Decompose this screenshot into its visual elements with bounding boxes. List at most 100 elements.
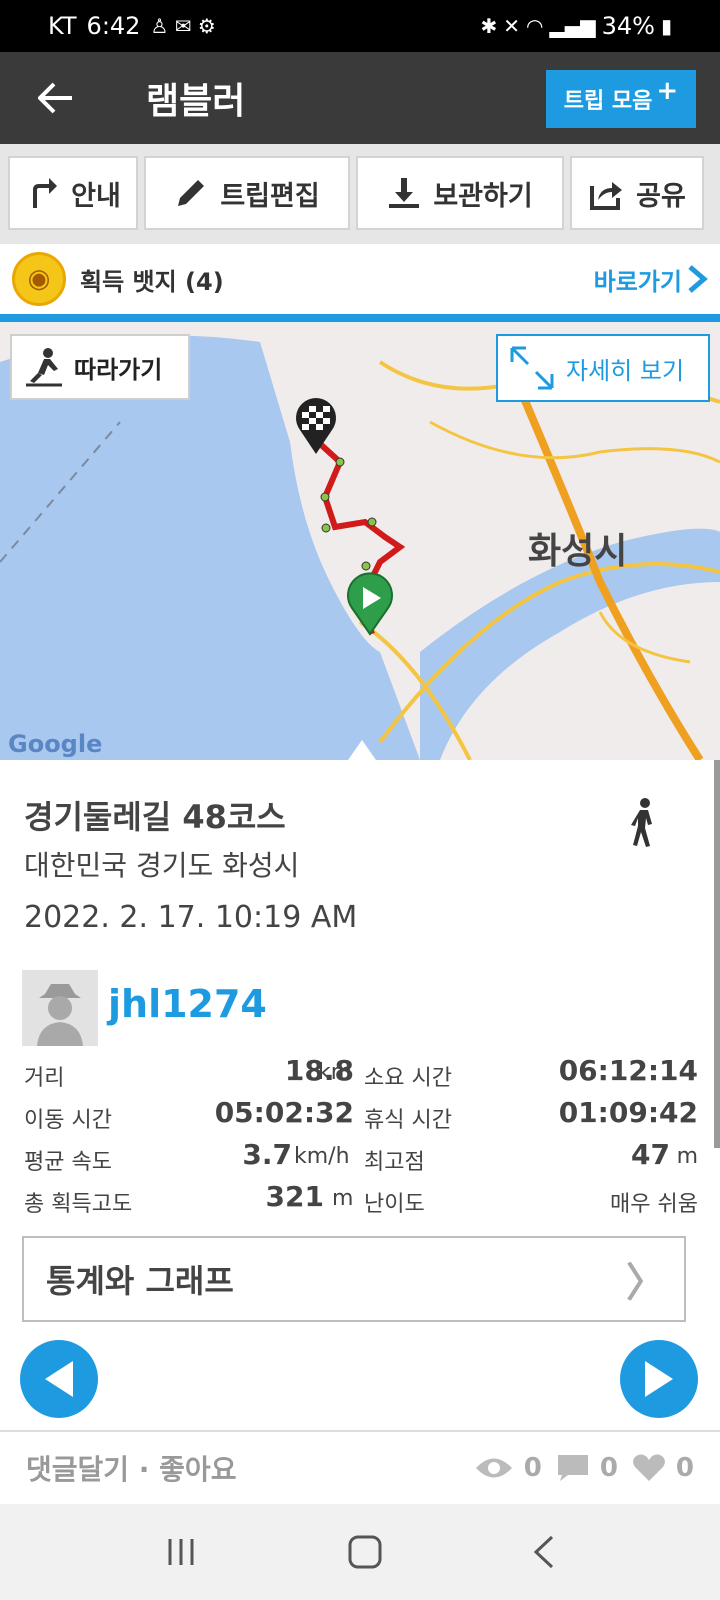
comment-like-button[interactable]: 댓글달기 · 좋아요 [26,1448,236,1488]
download-icon [389,178,420,208]
triangle-left-icon [45,1361,73,1397]
edit-trip-button[interactable]: 트립편집 [144,156,350,230]
distance-label: 거리 [24,1066,65,1091]
previous-trip-button[interactable] [20,1340,98,1418]
eye-icon [475,1458,512,1478]
max-elevation-label: 최고점 [364,1150,425,1175]
likes-value: 0 [675,1453,694,1483]
total-time-label: 소요 시간 [364,1066,452,1091]
next-trip-button[interactable] [620,1340,698,1418]
badge-go-link[interactable]: 바로가기 [594,262,708,297]
comment-icon [557,1455,588,1481]
detail-view-button[interactable]: 자세히 보기 [496,334,710,402]
action-toolbar: 안내 트립편집 보관하기 공유 [0,144,720,244]
expand-icon [510,346,554,390]
max-elevation-unit: m [676,1144,698,1169]
comment-bar: 댓글달기 · 좋아요 0 0 0 [0,1430,720,1504]
stats-graph-button[interactable]: 통계와 그래프 〉 [22,1236,686,1322]
max-elevation-value: 47 [631,1138,670,1171]
total-time-value: 06:12:14 [558,1054,698,1087]
trip-collection-label: 트립 모음 [563,89,653,114]
stat-row: 총 획득고도 321 m 난이도 매우 쉬움 [24,1176,698,1218]
system-nav-bar [0,1504,720,1600]
stats-table: 거리 18.8 km 소요 시간 06:12:14 이동 시간 05:02:32… [24,1050,698,1218]
plus-icon: + [656,76,679,106]
trip-detail-panel: 경기둘레길 48코스 대한민국 경기도 화성시 2022. 2. 17. 10:… [0,760,720,1430]
wifi-icon: ◠ [526,14,544,38]
recent-apps-icon[interactable] [164,1537,198,1567]
mute-icon: ✕ [503,14,521,38]
stats-graph-label: 통계와 그래프 [46,1262,234,1300]
total-ascent-unit: m [332,1186,354,1211]
share-label: 공유 [636,180,686,212]
app-bar: 램블러 트립 모음 + [0,52,720,144]
notification-icon: ♙ ✉ ⚙ [150,14,216,38]
trip-date: 2022. 2. 17. 10:19 AM [24,900,358,935]
username-link[interactable]: jhl1274 [108,982,267,1026]
difficulty-label: 난이도 [364,1192,425,1217]
likes-count: 0 [632,1453,694,1483]
badge-go-label: 바로가기 [593,267,682,296]
total-ascent-label: 총 획득고도 [24,1192,133,1217]
moving-time-label: 이동 시간 [24,1108,112,1133]
difficulty-value: 매우 쉬움 [610,1192,698,1217]
avg-speed-value: 3.7 [242,1138,292,1171]
bluetooth-icon: ✱ [480,14,498,38]
turn-arrow-icon [33,178,58,208]
triangle-right-icon [645,1361,673,1397]
share-button[interactable]: 공유 [570,156,704,230]
map-pointer [348,740,376,760]
heart-icon [632,1454,665,1481]
guide-label: 안내 [71,180,121,212]
back-nav-icon[interactable] [532,1535,556,1569]
signal-icon: ▂▄▆ [549,14,596,38]
rest-time-value: 01:09:42 [558,1096,698,1129]
share-icon [590,182,623,210]
edit-trip-label: 트립편집 [220,180,320,212]
comments-count: 0 [556,1453,618,1483]
detail-view-label: 자세히 보기 [566,356,685,385]
user-silhouette-icon [37,984,83,1046]
badge-row: ◉ 획득 뱃지 (4) 바로가기 [0,244,720,314]
rest-time-label: 휴식 시간 [364,1108,452,1133]
comments-value: 0 [599,1453,618,1483]
start-marker-icon [347,572,393,636]
avg-speed-label: 평균 속도 [24,1150,112,1175]
chevron-right-icon [688,265,708,293]
views-count: 0 [474,1453,542,1483]
guide-button[interactable]: 안내 [8,156,138,230]
avg-speed-unit: km/h [294,1144,350,1169]
status-bar: KT 6:42 ♙ ✉ ⚙ ✱ ✕ ◠ ▂▄▆ 34% ▮ [0,0,720,52]
trip-title: 경기둘레길 48코스 [24,798,286,836]
avatar[interactable] [22,970,98,1046]
map-top-strip [0,314,720,322]
trip-location: 대한민국 경기도 화성시 [24,849,300,882]
stat-row: 평균 속도 3.7 km/h 최고점 47 m [24,1134,698,1176]
moving-time-value: 05:02:32 [214,1096,354,1129]
distance-unit: km [318,1060,353,1085]
google-logo: Google [8,730,103,758]
save-button[interactable]: 보관하기 [356,156,564,230]
pencil-icon [178,180,205,206]
chevron-right-icon: 〉 [626,1260,666,1306]
walking-icon [628,798,658,858]
trip-collection-button[interactable]: 트립 모음 + [546,70,696,128]
follow-label: 따라가기 [74,355,163,384]
badge-icon: ◉ [12,252,66,306]
follow-button[interactable]: 따라가기 [10,334,190,400]
clock: 6:42 [86,12,141,40]
stat-row: 거리 18.8 km 소요 시간 06:12:14 [24,1050,698,1092]
back-button[interactable] [0,52,112,144]
views-value: 0 [523,1453,542,1483]
home-icon[interactable] [347,1534,383,1570]
total-ascent-value: 321 [265,1180,324,1213]
finish-flag-icon [295,398,336,454]
stat-row: 이동 시간 05:02:32 휴식 시간 01:09:42 [24,1092,698,1134]
carrier-label: KT [48,12,77,40]
scrollbar[interactable] [714,760,720,1148]
engagement-counts: 0 0 0 [474,1453,694,1483]
walker-icon [26,348,62,387]
app-title: 램블러 [146,81,246,122]
save-label: 보관하기 [433,180,533,212]
route-map[interactable]: 화성시 따라가기 자세히 보기 Google [0,322,720,760]
